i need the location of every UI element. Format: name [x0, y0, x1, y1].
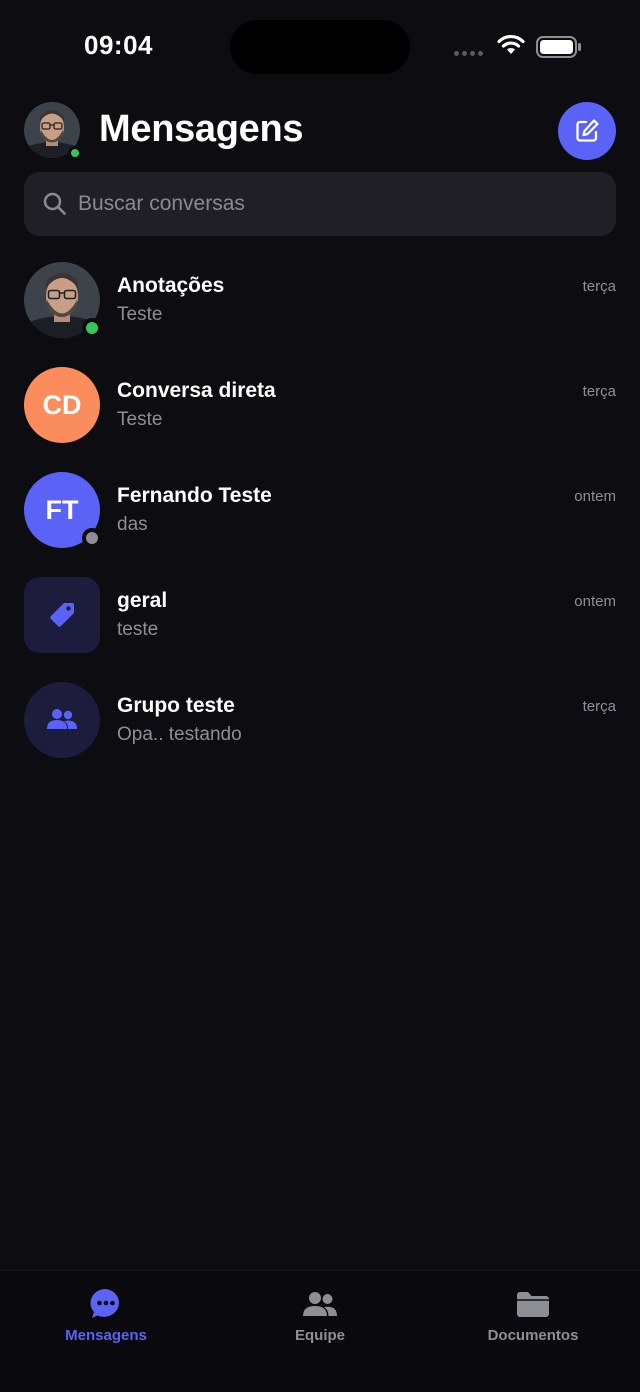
conversation-avatar: CD: [24, 367, 100, 443]
tab-bar: Mensagens Equipe Documentos: [0, 1270, 640, 1392]
compose-icon: [576, 119, 599, 142]
tab-documentos[interactable]: Documentos: [453, 1287, 613, 1344]
conversation-name: Grupo teste: [117, 694, 235, 717]
conversation-item[interactable]: Anotações Teste terça: [0, 252, 640, 357]
search-icon: [43, 192, 66, 215]
conversation-time: terça: [582, 278, 616, 295]
conversation-name: Anotações: [117, 274, 225, 297]
conversation-time: terça: [582, 383, 616, 400]
cellular-signal-icon: [454, 51, 483, 56]
online-status-dot: [68, 146, 82, 160]
conversation-name: geral: [117, 589, 168, 612]
search-input[interactable]: [78, 172, 598, 236]
conversation-avatar: [24, 262, 102, 338]
conversation-preview: teste: [117, 619, 159, 640]
conversation-item[interactable]: geral teste ontem: [0, 567, 640, 672]
status-time: 09:04: [84, 30, 153, 60]
conversation-time: ontem: [574, 593, 616, 610]
tab-equipe[interactable]: Equipe: [240, 1287, 400, 1344]
conversation-avatar: [24, 682, 100, 758]
compose-button[interactable]: [558, 102, 616, 160]
conversation-time: ontem: [574, 488, 616, 505]
group-icon: [47, 709, 77, 729]
conversation-time: terça: [582, 698, 616, 715]
online-status-dot: [82, 318, 102, 338]
conversation-item[interactable]: FT Fernando Teste das ontem: [0, 462, 640, 567]
battery-icon: [536, 36, 581, 58]
tab-mensagens[interactable]: Mensagens: [26, 1287, 186, 1344]
tab-label: Mensagens: [65, 1327, 147, 1344]
conversation-preview: Teste: [117, 304, 163, 325]
conversation-name: Fernando Teste: [117, 484, 272, 507]
tab-label: Documentos: [487, 1327, 579, 1344]
wifi-icon: [497, 34, 525, 54]
page-title: Mensagens: [99, 108, 304, 150]
status-bar: 09:04: [0, 0, 640, 96]
dynamic-island: [230, 20, 410, 74]
tab-label: Equipe: [294, 1327, 345, 1344]
chat-bubble-icon: [90, 1288, 119, 1318]
avatar-initials: CD: [24, 367, 100, 443]
conversation-item[interactable]: CD Conversa direta Teste terça: [0, 357, 640, 462]
conversation-item[interactable]: Grupo teste Opa.. testando terça: [0, 672, 640, 777]
conversation-avatar: FT: [24, 472, 102, 548]
group-avatar: [24, 682, 100, 758]
channel-avatar: [24, 577, 100, 653]
offline-status-dot: [82, 528, 102, 548]
user-avatar[interactable]: [24, 102, 82, 160]
conversation-preview: Teste: [117, 409, 163, 430]
conversation-avatar: [24, 577, 100, 653]
conversation-preview: das: [117, 514, 148, 535]
conversation-list: Anotações Teste terça CD Conversa direta…: [0, 252, 640, 777]
tag-icon: [50, 603, 74, 627]
search-box[interactable]: [24, 172, 616, 236]
conversation-name: Conversa direta: [117, 379, 276, 402]
team-icon: [303, 1292, 337, 1316]
conversation-preview: Opa.. testando: [117, 724, 242, 745]
folder-icon: [517, 1292, 549, 1317]
